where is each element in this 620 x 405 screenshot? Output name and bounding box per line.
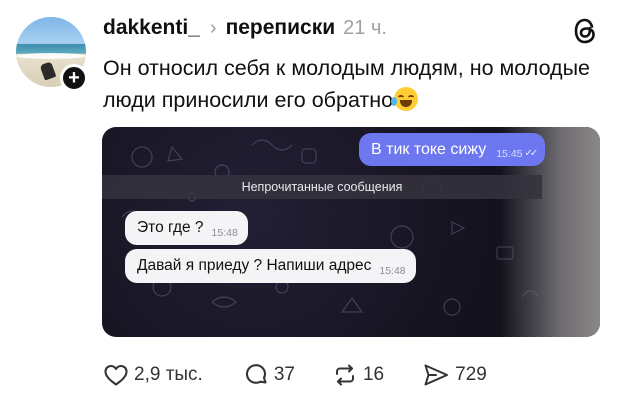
community-name[interactable]: переписки	[226, 16, 336, 40]
like-count: 2,9 тыс.	[134, 364, 203, 385]
avatar-wave-decoration	[16, 53, 86, 59]
outgoing-message[interactable]: В тик токе сижу 15:45 ✓✓	[359, 133, 546, 166]
share-icon	[424, 364, 449, 386]
repost-icon	[335, 364, 354, 386]
comment-button[interactable]: 37	[243, 362, 295, 388]
face-with-tears-of-joy-icon	[391, 87, 419, 111]
follow-plus-icon[interactable]: +	[60, 64, 88, 92]
threads-logo-icon[interactable]	[571, 16, 599, 46]
repost-button[interactable]: 16	[332, 362, 384, 388]
post-text-body: Он относил себя к молодым людям, но моло…	[103, 56, 591, 112]
post-text: Он относил себя к молодым людям, но моло…	[103, 52, 613, 116]
comment-icon	[245, 364, 267, 384]
incoming-message-time: 15:48	[211, 226, 238, 239]
chevron-right-icon: ›	[209, 17, 217, 39]
incoming-message-text: Это где ?	[137, 219, 204, 236]
repost-count: 16	[362, 364, 385, 385]
incoming-message-time: 15:48	[379, 264, 406, 277]
read-checkmarks-icon: ✓✓	[524, 148, 539, 159]
post-time: 21 ч.	[343, 17, 387, 39]
outgoing-message-time: 15:45	[496, 147, 523, 160]
incoming-message[interactable]: Давай я приеду ? Напиши адрес 15:48	[125, 249, 416, 283]
heart-icon	[104, 364, 128, 386]
post-actions-bar: 2,9 тыс. 37 16 729	[103, 362, 487, 388]
outgoing-message-text: В тик токе сижу	[371, 140, 487, 158]
post-header: dakkenti_ › переписки 21 ч.	[103, 16, 387, 46]
unread-messages-label: Непрочитанные сообщения	[241, 180, 403, 194]
username[interactable]: dakkenti_	[103, 16, 200, 40]
share-count: 729	[455, 364, 487, 385]
avatar-figure-decoration	[39, 61, 57, 81]
incoming-message[interactable]: Это где ? 15:48	[125, 211, 248, 245]
unread-messages-divider: Непрочитанные сообщения	[102, 175, 542, 199]
chat-screenshot-image[interactable]: В тик токе сижу 15:45 ✓✓ Непрочитанные с…	[102, 127, 600, 337]
comment-count: 37	[273, 364, 295, 385]
incoming-message-text: Давай я приеду ? Напиши адрес	[137, 257, 372, 274]
like-button[interactable]: 2,9 тыс.	[103, 363, 203, 387]
share-button[interactable]: 729	[422, 362, 487, 388]
